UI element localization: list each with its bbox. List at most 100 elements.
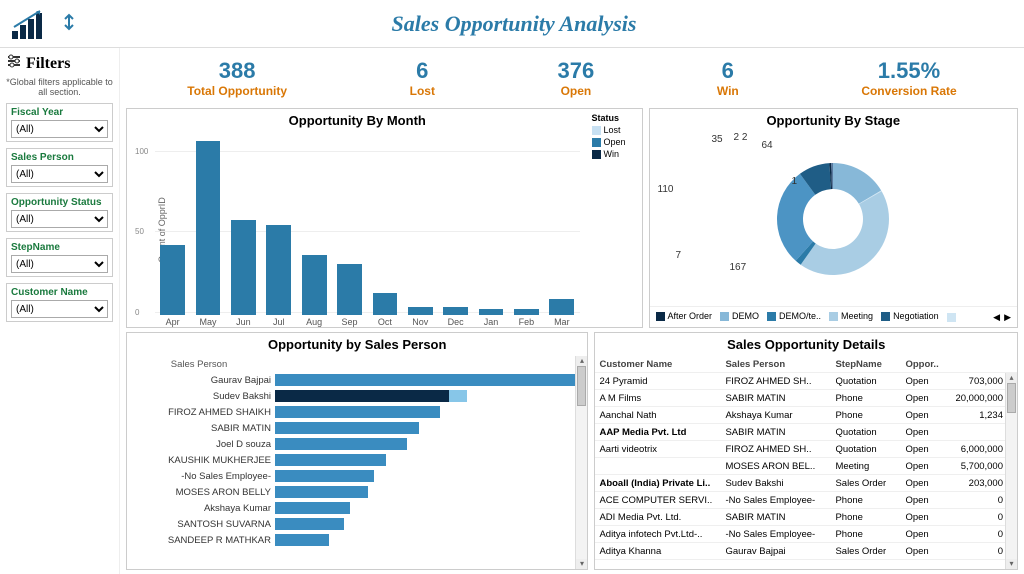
- salesperson-label: MOSES ARON BELLY: [127, 484, 271, 500]
- expand-icon[interactable]: [56, 13, 82, 34]
- hbar[interactable]: [275, 422, 419, 434]
- hbar[interactable]: [275, 534, 329, 546]
- hbar[interactable]: [275, 406, 440, 418]
- legend-item[interactable]: DEMO/te..: [767, 311, 821, 321]
- donut-chart: 35 2 2 64 1 167 110 7: [650, 132, 1018, 306]
- x-tick: Apr: [166, 317, 180, 327]
- hbar[interactable]: [275, 438, 407, 450]
- legend-item[interactable]: Open: [592, 137, 638, 147]
- legend-item[interactable]: [947, 313, 956, 322]
- bar[interactable]: [514, 309, 539, 315]
- bar[interactable]: [231, 220, 256, 315]
- col-customer[interactable]: Customer Name: [595, 359, 725, 370]
- salesperson-label: Sudev Bakshi: [127, 388, 271, 404]
- hbar[interactable]: [275, 470, 374, 482]
- scroll-thumb[interactable]: [1007, 383, 1016, 413]
- table-row[interactable]: ACE COMPUTER SERVI..-No Sales Employee-P…: [595, 492, 1017, 509]
- filter-label: Customer Name: [11, 287, 108, 298]
- hbar[interactable]: [275, 374, 575, 386]
- kpi-value: 6: [410, 58, 435, 84]
- col-stepname[interactable]: StepName: [835, 359, 905, 370]
- filter-label: Sales Person: [11, 152, 108, 163]
- scroll-thumb[interactable]: [577, 366, 586, 406]
- table-row[interactable]: A M FilmsSABIR MATINPhoneOpen20,000,000: [595, 390, 1017, 407]
- scrollbar[interactable]: ▴ ▾: [1005, 373, 1017, 569]
- table-row[interactable]: Aditya KhannaGaurav BajpaiSales OrderOpe…: [595, 543, 1017, 560]
- col-salesperson[interactable]: Sales Person: [725, 359, 835, 370]
- legend-item[interactable]: Win: [592, 149, 638, 159]
- filter-select-sales person[interactable]: (All): [11, 165, 108, 183]
- filter-label: Opportunity Status: [11, 197, 108, 208]
- bar[interactable]: [408, 307, 433, 315]
- chart-title: Opportunity By Month: [127, 109, 588, 132]
- x-tick: Sep: [342, 317, 358, 327]
- table-title: Sales Opportunity Details: [595, 333, 1017, 356]
- x-tick: Oct: [378, 317, 392, 327]
- filter-label: StepName: [11, 242, 108, 253]
- hbar-overlay[interactable]: [449, 390, 467, 402]
- filters-sidebar: Filters *Global filters applicable to al…: [0, 48, 120, 574]
- scrollbar[interactable]: ▴ ▾: [575, 356, 587, 569]
- legend-item[interactable]: DEMO: [720, 311, 759, 321]
- hbar[interactable]: [275, 518, 344, 530]
- kpi-label: Total Opportunity: [187, 84, 287, 98]
- filter-select-customer name[interactable]: (All): [11, 300, 108, 318]
- legend-next-icon[interactable]: ▶: [1004, 312, 1011, 323]
- legend-item[interactable]: After Order: [656, 311, 713, 321]
- filters-icon: [6, 54, 22, 73]
- filter-select-stepname[interactable]: (All): [11, 255, 108, 273]
- legend-item[interactable]: Meeting: [829, 311, 873, 321]
- col-oppor[interactable]: Oppor..: [905, 359, 955, 370]
- opportunity-by-salesperson-panel: Opportunity by Sales Person Sales Person…: [126, 332, 588, 570]
- legend-item[interactable]: Negotiation: [881, 311, 939, 321]
- x-tick: Feb: [519, 317, 535, 327]
- bar[interactable]: [337, 264, 362, 315]
- kpi-label: Open: [558, 84, 595, 98]
- donut-slice[interactable]: [801, 191, 889, 275]
- salesperson-label: Gaurav Bajpai: [127, 372, 271, 388]
- bar[interactable]: [266, 225, 291, 315]
- table-row[interactable]: Aboall (India) Private Li..Sudev BakshiS…: [595, 475, 1017, 492]
- table-row[interactable]: Aditya infotech Pvt.Ltd-..-No Sales Empl…: [595, 526, 1017, 543]
- table-row[interactable]: AAP Media Pvt. LtdSABIR MATINQuotationOp…: [595, 424, 1017, 441]
- table-row[interactable]: Aarti videotrixFIROZ AHMED SH..Quotation…: [595, 441, 1017, 458]
- bar[interactable]: [160, 245, 185, 315]
- x-tick: Dec: [448, 317, 464, 327]
- scroll-up-icon[interactable]: ▴: [576, 356, 587, 366]
- opportunity-by-stage-panel: Opportunity By Stage 35 2 2 64 1 167 110…: [649, 108, 1019, 328]
- scroll-down-icon[interactable]: ▾: [576, 559, 587, 569]
- bar[interactable]: [302, 255, 327, 315]
- kpi-value: 6: [717, 58, 739, 84]
- bar[interactable]: [196, 141, 221, 315]
- filters-note: *Global filters applicable to all sectio…: [6, 77, 113, 97]
- legend-prev-icon[interactable]: ◀: [993, 312, 1000, 323]
- x-tick: Jul: [273, 317, 285, 327]
- kpi-row: 388Total Opportunity6Lost376Open6Win1.55…: [126, 52, 1018, 104]
- axis-label: Sales Person: [127, 356, 271, 372]
- table-row[interactable]: ADI Media Pvt. Ltd.SABIR MATINPhoneOpen0: [595, 509, 1017, 526]
- status-legend: StatusLostOpenWin: [588, 109, 642, 327]
- filter-label: Fiscal Year: [11, 107, 108, 118]
- bar[interactable]: [549, 299, 574, 315]
- hbar[interactable]: [275, 390, 449, 402]
- filter-select-fiscal year[interactable]: (All): [11, 120, 108, 138]
- bar[interactable]: [479, 309, 504, 315]
- hbar[interactable]: [275, 454, 386, 466]
- scroll-down-icon[interactable]: ▾: [1006, 559, 1017, 569]
- salesperson-label: SABIR MATIN: [127, 420, 271, 436]
- filter-select-opportunity status[interactable]: (All): [11, 210, 108, 228]
- bar[interactable]: [373, 293, 398, 315]
- scroll-up-icon[interactable]: ▴: [1006, 373, 1017, 383]
- opportunity-by-month-panel: Opportunity By Month Count of OpprID 0 5…: [126, 108, 643, 328]
- table-row[interactable]: 24 PyramidFIROZ AHMED SH..QuotationOpen7…: [595, 373, 1017, 390]
- hbar[interactable]: [275, 486, 368, 498]
- table-row[interactable]: Aanchal NathAkshaya KumarPhoneOpen1,234: [595, 407, 1017, 424]
- kpi-label: Lost: [410, 84, 435, 98]
- bar[interactable]: [443, 307, 468, 315]
- legend-item[interactable]: Lost: [592, 125, 638, 135]
- x-tick: Aug: [306, 317, 322, 327]
- hbar[interactable]: [275, 502, 350, 514]
- x-tick: Nov: [412, 317, 428, 327]
- table-row[interactable]: MOSES ARON BEL..MeetingOpen5,700,000: [595, 458, 1017, 475]
- salesperson-label: FIROZ AHMED SHAIKH: [127, 404, 271, 420]
